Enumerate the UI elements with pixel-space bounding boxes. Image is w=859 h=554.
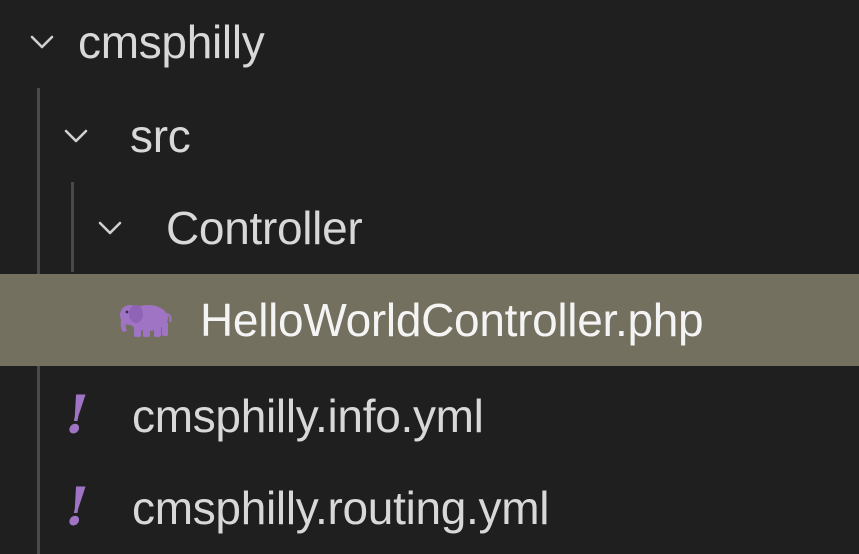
folder-label: src xyxy=(130,110,191,162)
file-label: HelloWorldController.php xyxy=(200,294,704,346)
file-label: cmsphilly.routing.yml xyxy=(132,482,550,534)
yaml-exclamation-icon: ! xyxy=(65,385,89,446)
chevron-down-icon[interactable] xyxy=(96,214,124,242)
folder-label: cmsphilly xyxy=(78,16,265,68)
folder-label: Controller xyxy=(166,202,363,254)
tree-folder-controller[interactable]: Controller xyxy=(0,182,859,274)
php-elephant-icon xyxy=(120,305,172,337)
tree-file-hello-world-controller[interactable]: HelloWorldController.php xyxy=(0,274,859,366)
tree-file-routing-yml[interactable]: ! cmsphilly.routing.yml xyxy=(0,462,859,554)
file-label: cmsphilly.info.yml xyxy=(132,390,484,442)
chevron-down-icon[interactable] xyxy=(62,122,90,150)
file-explorer-tree: cmsphilly src Controller HelloWorldContr… xyxy=(0,0,859,554)
tree-folder-src[interactable]: src xyxy=(0,90,859,182)
tree-folder-cmsphilly[interactable]: cmsphilly xyxy=(0,0,859,88)
yaml-exclamation-icon: ! xyxy=(65,477,89,538)
chevron-down-icon[interactable] xyxy=(28,28,56,56)
tree-file-info-yml[interactable]: ! cmsphilly.info.yml xyxy=(0,370,859,462)
